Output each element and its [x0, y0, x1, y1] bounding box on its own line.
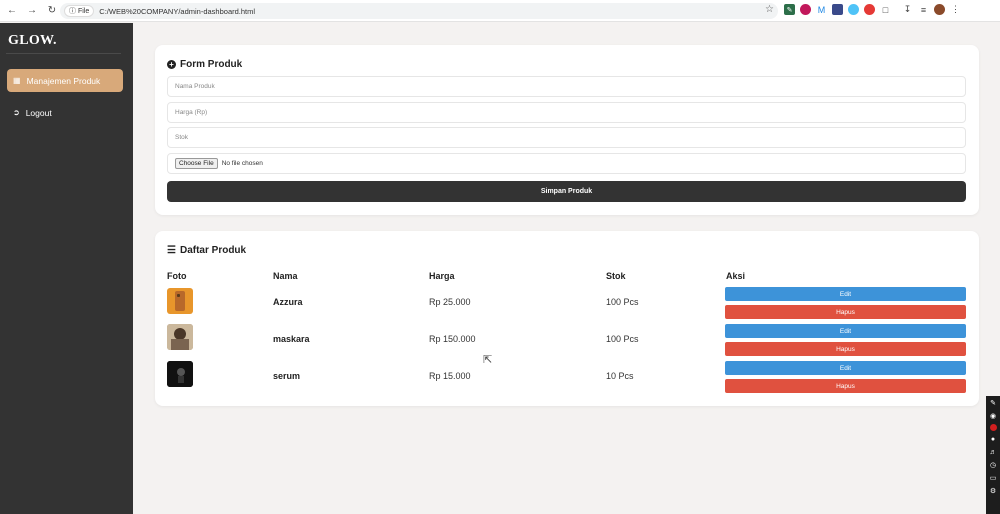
header-action: Aksi: [726, 271, 746, 281]
product-stock: 100 Pcs: [606, 297, 639, 307]
profile-avatar[interactable]: [934, 4, 945, 15]
form-title: + Form Produk: [167, 59, 242, 70]
header-price: Harga: [429, 271, 455, 281]
product-thumbnail: [167, 324, 193, 350]
url-text[interactable]: C:/WEB%20COMPANY/admin-dashboard.html: [99, 7, 255, 16]
sidebar-item-logout[interactable]: ➲ Logout: [7, 101, 123, 124]
plus-circle-icon: +: [167, 60, 176, 69]
no-file-text: No file chosen: [221, 160, 263, 167]
sidebar-item-label: Manajemen Produk: [26, 75, 101, 86]
speaker-icon[interactable]: ♬: [988, 447, 998, 457]
window-icon[interactable]: ▭: [988, 473, 998, 483]
puzzle-icon[interactable]: □: [880, 4, 891, 15]
extension-icon[interactable]: M: [816, 4, 827, 15]
product-stock: 100 Pcs: [606, 334, 639, 344]
info-icon: ⓘ: [69, 8, 76, 15]
sidebar-item-manajemen-produk[interactable]: ▦ Manajemen Produk: [7, 69, 123, 92]
extension-icon[interactable]: [848, 4, 859, 15]
mouse-cursor-icon: ⇱: [483, 354, 493, 366]
extension-icon[interactable]: [832, 4, 843, 15]
brand-logo: GLOW.: [8, 33, 57, 48]
product-form-card: + Form Produk Nama Produk Harga (Rp) Sto…: [155, 45, 979, 215]
product-thumbnail: [167, 361, 193, 387]
price-placeholder: Harga (Rp): [175, 109, 208, 116]
list-title: ☰ Daftar Produk: [167, 245, 246, 256]
edit-button[interactable]: Edit: [725, 361, 966, 375]
menu-kebab-icon[interactable]: ⋮: [950, 4, 961, 15]
sidebar-item-label: Logout: [25, 107, 52, 118]
stock-placeholder: Stok: [175, 134, 189, 141]
product-price: Rp 15.000: [429, 371, 471, 381]
browser-toolbar: ← → ↻ ⓘ File C:/WEB%20COMPANY/admin-dash…: [0, 0, 1000, 22]
extension-icon[interactable]: [800, 4, 811, 15]
product-price: Rp 25.000: [429, 297, 471, 307]
bookmark-star-icon[interactable]: ☆: [765, 4, 774, 15]
form-title-text: Form Produk: [180, 59, 243, 70]
logout-icon: ➲: [13, 108, 20, 117]
image-file-input[interactable]: Choose File No file chosen: [167, 153, 966, 174]
file-chip[interactable]: ⓘ File: [64, 5, 95, 17]
pen-icon[interactable]: ✎: [988, 398, 998, 408]
delete-button[interactable]: Hapus: [725, 342, 966, 356]
extension-icon[interactable]: [864, 4, 875, 15]
settings-gear-icon[interactable]: ⚙: [988, 486, 998, 496]
product-price: Rp 150.000: [429, 334, 476, 344]
edit-button[interactable]: Edit: [725, 324, 966, 338]
screen-recorder-toolbar: ✎ ◉ ● ♬ ◷ ▭ ⚙: [986, 396, 1000, 514]
edit-button[interactable]: Edit: [725, 287, 966, 301]
sidebar: GLOW. ▦ Manajemen Produk ➲ Logout: [0, 23, 133, 514]
table-row: Azzura Rp 25.000 100 Pcs Edit Hapus: [155, 283, 979, 319]
stock-input[interactable]: Stok: [167, 127, 966, 148]
box-icon: ▦: [13, 76, 21, 85]
product-name-placeholder: Nama Produk: [175, 83, 215, 90]
list-icon: ☰: [167, 245, 176, 256]
product-name: maskara: [273, 334, 310, 344]
extension-icons: ✎ M □ ↧ ≡ ⋮: [784, 4, 961, 15]
file-chip-label: File: [78, 7, 90, 15]
header-name: Nama: [273, 271, 298, 281]
product-name-input[interactable]: Nama Produk: [167, 76, 966, 97]
delete-button[interactable]: Hapus: [725, 379, 966, 393]
download-icon[interactable]: ↧: [902, 4, 913, 15]
record-icon[interactable]: [989, 424, 997, 431]
forward-icon[interactable]: →: [24, 3, 40, 19]
product-list-card: ☰ Daftar Produk Foto Nama Harga Stok Aks…: [155, 231, 979, 406]
address-bar[interactable]: ⓘ File C:/WEB%20COMPANY/admin-dashboard.…: [60, 3, 778, 19]
product-stock: 10 Pcs: [606, 371, 634, 381]
product-name: serum: [273, 371, 301, 381]
back-icon[interactable]: ←: [4, 3, 20, 19]
product-thumbnail: [167, 288, 193, 314]
price-input[interactable]: Harga (Rp): [167, 102, 966, 123]
delete-button[interactable]: Hapus: [725, 305, 966, 319]
microphone-icon[interactable]: ●: [988, 434, 998, 444]
header-photo: Foto: [167, 271, 187, 281]
camera-icon[interactable]: ◉: [988, 411, 998, 421]
media-icon[interactable]: ≡: [918, 4, 929, 15]
table-row: serum Rp 15.000 10 Pcs Edit Hapus: [155, 357, 979, 393]
extension-icon[interactable]: ✎: [784, 4, 795, 15]
product-name: Azzura: [273, 297, 303, 307]
list-title-text: Daftar Produk: [179, 245, 247, 256]
save-product-button[interactable]: Simpan Produk: [167, 181, 966, 202]
choose-file-button[interactable]: Choose File: [175, 158, 218, 169]
reload-icon[interactable]: ↻: [44, 3, 60, 19]
table-row: maskara Rp 150.000 100 Pcs Edit Hapus: [155, 320, 979, 356]
timer-icon[interactable]: ◷: [988, 460, 998, 470]
header-stock: Stok: [606, 271, 626, 281]
divider: [6, 53, 121, 54]
